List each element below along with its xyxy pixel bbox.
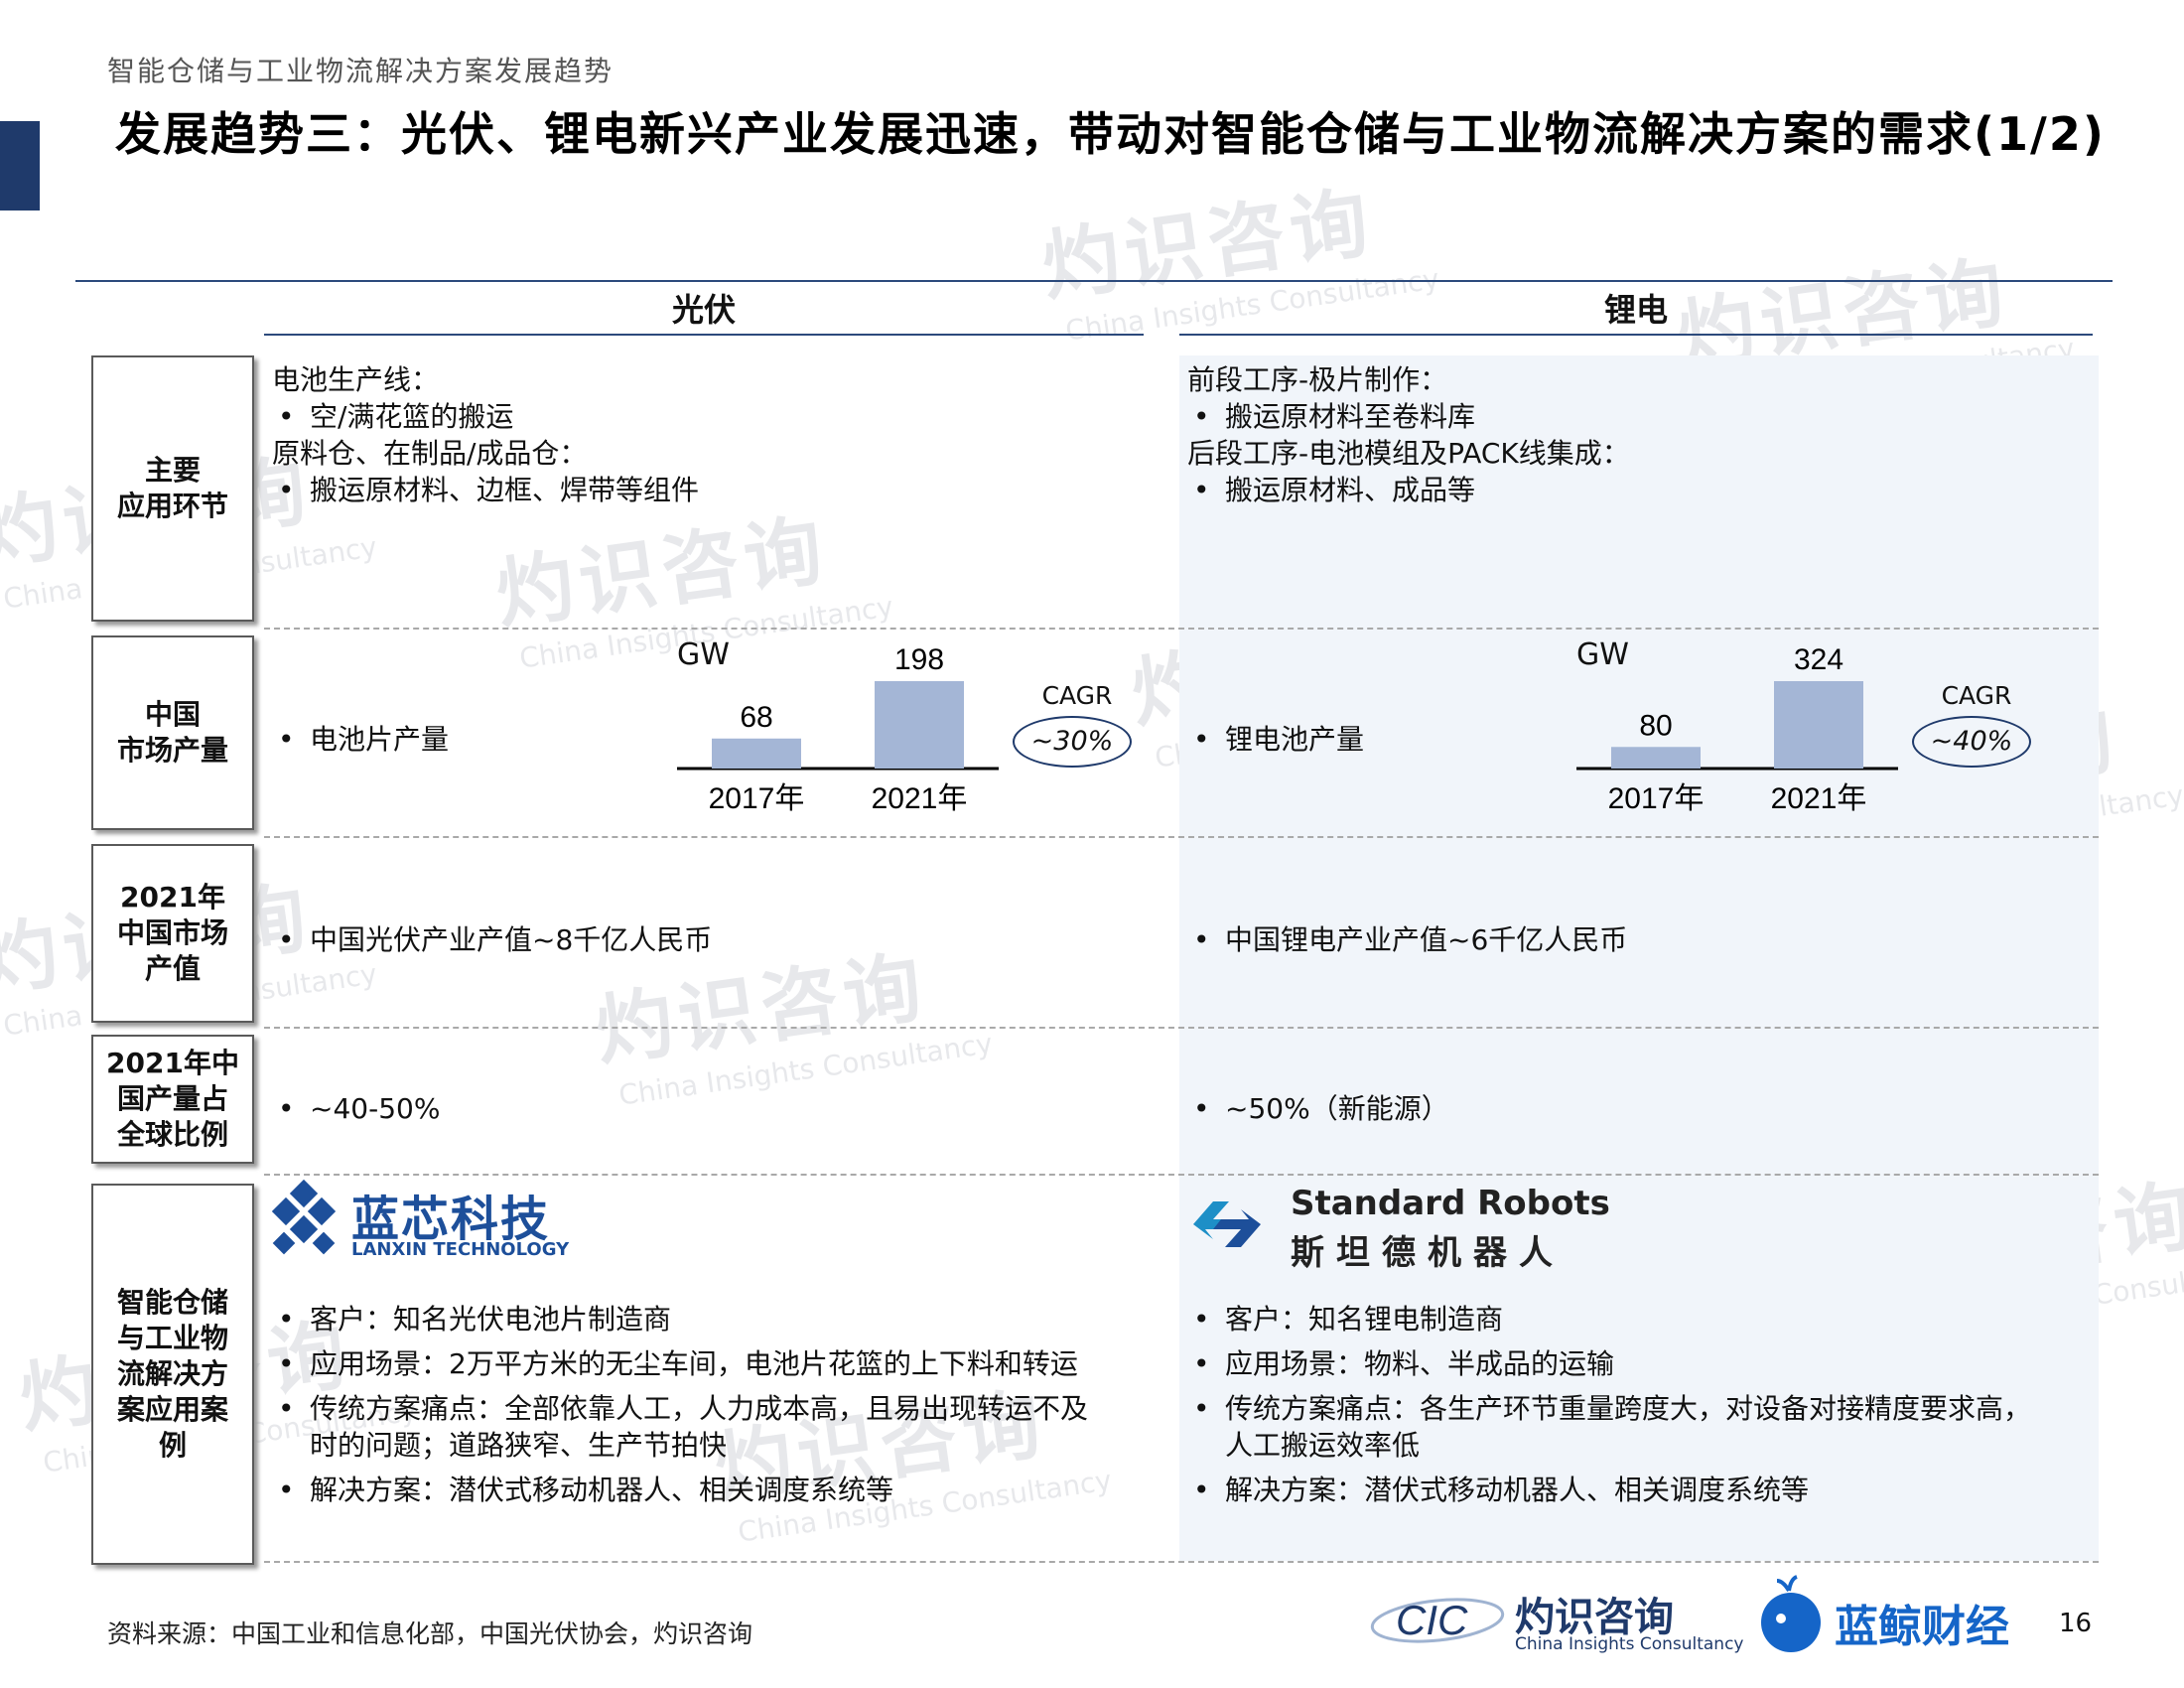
bullet-item: 应用场景：物料、半成品的运输 (1187, 1345, 2031, 1382)
lanjing-logo: 蓝鲸财经 (1753, 1575, 2041, 1660)
cic-mark-text: CIC (1396, 1597, 1468, 1643)
cagr-callout: CAGR ~30% (1013, 681, 1142, 768)
chart-category-label: 2017年 (709, 782, 805, 815)
row-label-output: 中国 市场产量 (91, 635, 254, 830)
row-divider (264, 1027, 2099, 1029)
whale-icon (1761, 1575, 1821, 1652)
title-rule (75, 280, 2113, 282)
share-li: ~50%（新能源） (1187, 1090, 1449, 1127)
cic-logo: CIC 灼识咨询 China Insights Consultancy (1368, 1583, 1744, 1660)
lanxin-mark-icon (271, 1180, 337, 1255)
application-li: 前段工序-极片制作： 搬运原材料至卷料库 后段工序-电池模组及PACK线集成： … (1187, 361, 1630, 508)
column-header-pv: 光伏 (264, 288, 1144, 336)
bullet-item: 搬运原材料、成品等 (1187, 472, 1630, 508)
chart-value-label: 80 (1639, 709, 1672, 742)
bullet-item: 传统方案痛点：全部依靠人工，人力成本高，且易出现转运不及 (272, 1390, 1088, 1427)
row-label-application: 主要 应用环节 (91, 355, 254, 622)
standard-robots-name-en: Standard Robots (1291, 1184, 1610, 1223)
output-li: 锂电池产量 (1187, 721, 1364, 758)
row-divider (264, 1561, 2099, 1563)
row-divider (264, 1174, 2099, 1176)
page-number: 16 (2059, 1609, 2093, 1638)
bullet-item: ~50%（新能源） (1187, 1090, 1449, 1127)
bullet-item: 中国锂电产业产值~6千亿人民币 (1187, 921, 1627, 958)
chart-unit-label: GW (1576, 637, 1629, 672)
source-note: 资料来源：中国工业和信息化部，中国光伏协会，灼识咨询 (107, 1619, 753, 1648)
chart-category-label: 2017年 (1608, 782, 1705, 815)
standard-robots-mark-icon (1193, 1201, 1261, 1247)
bullet-item: 传统方案痛点：各生产环节重量跨度大，对设备对接精度要求高， (1187, 1390, 2031, 1427)
bullet-item: 搬运原材料、边框、焊带等组件 (272, 472, 699, 508)
bullet-item: ~40-50% (272, 1090, 440, 1127)
pv-output-chart: 68 2017年 198 2021年 GW CAGR ~30% (675, 637, 1191, 836)
bullet-item: 解决方案：潜伏式移动机器人、相关调度系统等 (272, 1472, 1088, 1508)
text-line: 前段工序-极片制作： (1187, 363, 1448, 396)
row-label-value: 2021年 中国市场 产值 (91, 844, 254, 1023)
cagr-value: ~30% (1013, 716, 1132, 768)
cic-mark-icon: CIC (1370, 1597, 1505, 1643)
text-line: 原料仓、在制品/成品仓： (272, 437, 588, 470)
lanxin-name-en: LANXIN TECHNOLOGY (351, 1239, 570, 1260)
column-header-li: 锂电 (1179, 288, 2093, 336)
chart-bar (712, 738, 801, 769)
side-accent-bar (0, 121, 40, 211)
cases-li: 客户：知名锂电制造商 应用场景：物料、半成品的运输 传统方案痛点：各生产环节重量… (1187, 1301, 2031, 1508)
standard-robots-logo: Standard Robots 斯坦德机器人 (1183, 1184, 1610, 1273)
chart-value-label: 324 (1794, 643, 1843, 676)
bullet-item: 解决方案：潜伏式移动机器人、相关调度系统等 (1187, 1472, 2031, 1508)
lanjing-name-cn: 蓝鲸财经 (1835, 1602, 2009, 1652)
row-label-share: 2021年中 国产量占 全球比例 (91, 1035, 254, 1164)
cagr-label: CAGR (1041, 681, 1113, 710)
bullet-item: 锂电池产量 (1187, 721, 1364, 758)
breadcrumb: 智能仓储与工业物流解决方案发展趋势 (107, 55, 614, 87)
chart-category-label: 2021年 (1771, 782, 1867, 815)
page-title: 发展趋势三：光伏、锂电新兴产业发展迅速，带动对智能仓储与工业物流解决方案的需求(… (115, 107, 2106, 161)
chart-unit-label: GW (677, 637, 730, 672)
text-line: 后段工序-电池模组及PACK线集成： (1187, 437, 1630, 470)
bullet-item: 应用场景：2万平方米的无尘车间，电池片花篮的上下料和转运 (272, 1345, 1088, 1382)
row-divider (264, 836, 2099, 838)
chart-bar (875, 681, 964, 769)
bullet-item: 电池片产量 (272, 721, 449, 758)
li-output-chart: 80 2017年 324 2021年 GW CAGR ~40% (1574, 637, 2091, 836)
cagr-label: CAGR (1941, 681, 2012, 710)
value-pv: 中国光伏产业产值~8千亿人民币 (272, 921, 712, 958)
cagr-callout: CAGR ~40% (1912, 681, 2041, 768)
bullet-item: 客户：知名光伏电池片制造商 (272, 1301, 1088, 1337)
text-line: 人工搬运效率低 (1225, 1429, 1421, 1462)
chart-value-label: 198 (894, 643, 944, 676)
bullet-item: 搬运原材料至卷料库 (1187, 398, 1630, 435)
cases-pv: 客户：知名光伏电池片制造商 应用场景：2万平方米的无尘车间，电池片花篮的上下料和… (272, 1301, 1088, 1508)
lanxin-logo: 蓝芯科技 LANXIN TECHNOLOGY (264, 1180, 569, 1263)
chart-value-label: 68 (740, 701, 772, 734)
row-divider (264, 628, 2099, 630)
value-li: 中国锂电产业产值~6千亿人民币 (1187, 921, 1627, 958)
bullet-item: 空/满花篮的搬运 (272, 398, 699, 435)
text-line: 时的问题；道路狭窄、生产节拍快 (310, 1429, 728, 1462)
cagr-value: ~40% (1912, 716, 2031, 768)
standard-robots-name-cn: 斯坦德机器人 (1291, 1233, 1565, 1273)
output-pv: 电池片产量 (272, 721, 449, 758)
text-line: 电池生产线： (272, 363, 440, 396)
application-pv: 电池生产线： 空/满花篮的搬运 原料仓、在制品/成品仓： 搬运原材料、边框、焊带… (272, 361, 699, 508)
chart-category-label: 2021年 (872, 782, 968, 815)
share-pv: ~40-50% (272, 1090, 440, 1127)
chart-bar (1774, 681, 1863, 769)
bullet-item: 中国光伏产业产值~8千亿人民币 (272, 921, 712, 958)
bullet-item: 客户：知名锂电制造商 (1187, 1301, 2031, 1337)
cic-name-en: China Insights Consultancy (1515, 1634, 1744, 1654)
row-label-cases: 智能仓储 与工业物 流解决方 案应用案 例 (91, 1184, 254, 1565)
chart-bar (1611, 747, 1701, 769)
